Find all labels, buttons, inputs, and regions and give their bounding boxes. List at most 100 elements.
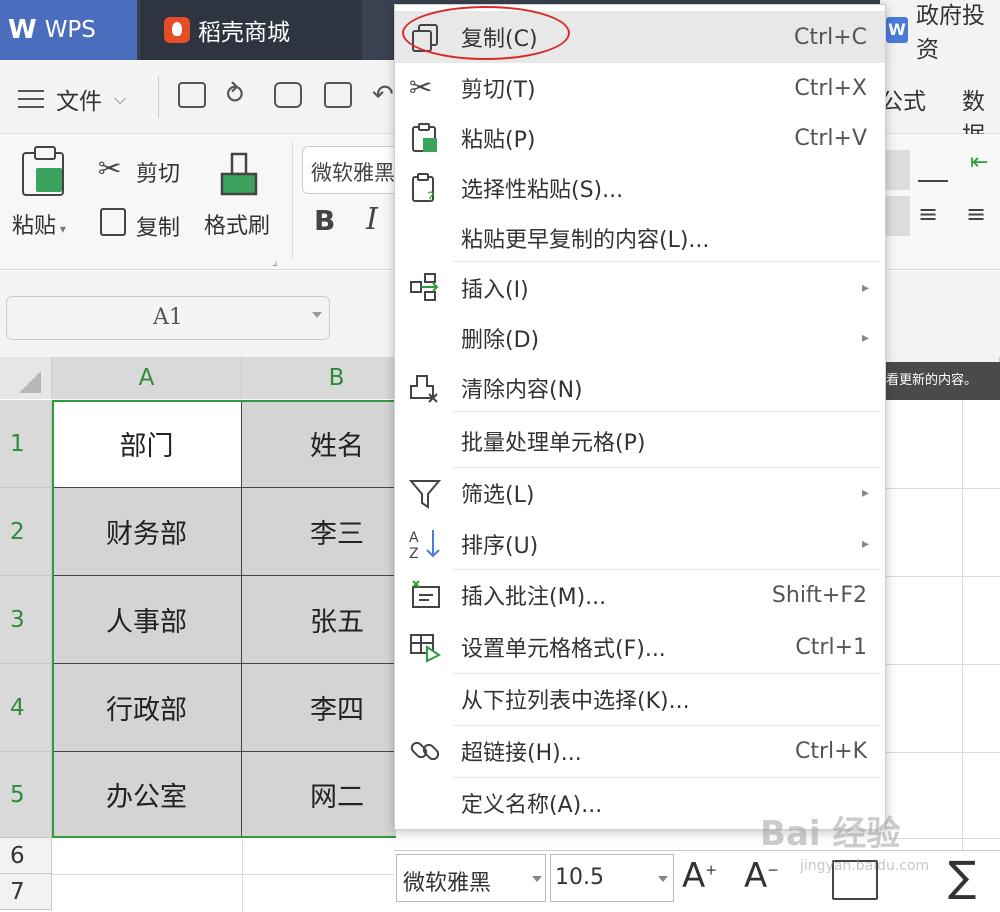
menu-item-paste-special[interactable]: ? 选择性粘贴(S)...: [395, 163, 885, 213]
menu-separator: [453, 261, 879, 262]
svg-text:Z: Z: [409, 546, 419, 560]
gridline: [962, 400, 963, 850]
menu-item-label: 筛选(L): [461, 483, 535, 508]
increase-font-icon[interactable]: A+: [682, 856, 717, 896]
gridline: [886, 752, 1000, 753]
cut-button[interactable]: 剪切: [136, 156, 180, 188]
selection-border: [52, 400, 396, 838]
row-header-5[interactable]: 5: [0, 752, 52, 838]
paste-icon[interactable]: [22, 146, 64, 196]
menu-item-label: 选择性粘贴(S)...: [461, 178, 624, 203]
tab-document[interactable]: W 政府投资: [880, 0, 1000, 63]
font-name-select[interactable]: 微软雅黑: [302, 146, 402, 194]
copy-button[interactable]: 复制: [136, 210, 180, 242]
scissors-icon: ✂: [98, 152, 122, 185]
highlight-annotation: [402, 6, 570, 60]
copy-icon: [100, 208, 126, 236]
gridline: [886, 664, 1000, 665]
gridline: [886, 576, 1000, 577]
row-header-6[interactable]: 6: [0, 838, 52, 874]
eraser-icon: [409, 372, 441, 404]
divider: [158, 76, 159, 118]
menu-item-label: 插入批注(M)...: [461, 585, 607, 610]
docer-logo-icon: [164, 17, 190, 43]
menu-item-label: 删除(D): [461, 328, 540, 353]
insert-icon: [409, 272, 441, 304]
align-middle-icon[interactable]: [918, 150, 948, 182]
paste-label: 粘贴: [12, 214, 57, 239]
undo-icon[interactable]: ↶: [372, 80, 394, 110]
hamburger-icon: [18, 90, 44, 108]
menu-item-paste[interactable]: 粘贴(P) Ctrl+V: [395, 113, 885, 163]
format-painter-button[interactable]: 格式刷: [204, 208, 270, 240]
tab-label: 政府投资: [915, 3, 985, 63]
row-header-4[interactable]: 4: [0, 664, 52, 752]
menu-separator: [453, 411, 879, 412]
menu-formula[interactable]: 公式: [880, 82, 926, 116]
menu-item-dropdown-select[interactable]: 从下拉列表中选择(K)...: [395, 673, 885, 725]
tab-docer-store[interactable]: 稻壳商城: [140, 0, 362, 60]
update-notice[interactable]: 看更新的内容。: [884, 362, 1000, 400]
print-preview-icon[interactable]: [324, 82, 352, 108]
column-header-a[interactable]: A: [52, 357, 242, 399]
menu-item-label: 从下拉列表中选择(K)...: [461, 689, 690, 714]
name-box[interactable]: A1: [6, 296, 330, 340]
menu-item-filter[interactable]: 筛选(L) ▸: [395, 467, 885, 519]
bold-button[interactable]: B: [314, 204, 335, 237]
justify-icon[interactable]: ≡: [966, 200, 986, 228]
svg-text:A: A: [409, 530, 419, 546]
svg-text:?: ?: [427, 190, 434, 204]
align-right-icon[interactable]: ≡: [918, 200, 938, 228]
tab-spreadsheet[interactable]: [366, 0, 396, 60]
format-cells-icon: [409, 631, 441, 663]
filter-icon: [408, 477, 442, 509]
select-all-corner[interactable]: [0, 357, 52, 399]
share-icon[interactable]: ⥁: [226, 80, 244, 110]
tab-wps[interactable]: W WPS: [0, 0, 137, 60]
row-header-2[interactable]: 2: [0, 488, 52, 576]
menu-item-insert-comment[interactable]: 插入批注(M)... Shift+F2: [395, 569, 885, 621]
mini-font-size-select[interactable]: 10.5: [550, 854, 674, 902]
mini-font-select[interactable]: 微软雅黑: [396, 854, 546, 902]
document-icon: W: [886, 17, 908, 43]
paste-special-icon: ?: [409, 172, 441, 206]
save-icon[interactable]: [178, 82, 206, 108]
shortcut-label: Ctrl+V: [794, 125, 867, 151]
menu-item-batch[interactable]: 批量处理单元格(P): [395, 415, 885, 467]
menu-item-format-cells[interactable]: 设置单元格格式(F)... Ctrl+1: [395, 621, 885, 673]
indent-icon[interactable]: ⇤: [970, 150, 988, 175]
gridline: [242, 838, 243, 912]
chevron-down-icon[interactable]: [658, 876, 668, 882]
italic-button[interactable]: I: [366, 202, 378, 237]
menu-item-insert[interactable]: 插入(I) ▸: [395, 263, 885, 313]
menu-item-label: 粘贴(P): [461, 128, 536, 153]
decrease-font-icon[interactable]: A−: [744, 856, 779, 896]
print-icon[interactable]: [274, 82, 302, 108]
shortcut-label: Ctrl+1: [795, 634, 867, 660]
submenu-arrow-icon: ▸: [861, 485, 869, 501]
menu-item-label: 超链接(H)...: [461, 741, 582, 766]
dialog-launcher-icon[interactable]: ⌟: [272, 254, 278, 268]
menu-item-cut[interactable]: ✂ 剪切(T) Ctrl+X: [395, 63, 885, 113]
menu-item-sort[interactable]: AZ 排序(U) ▸: [395, 519, 885, 569]
paste-button[interactable]: 粘贴 ▾: [12, 208, 66, 240]
paste-icon: [409, 122, 441, 154]
menu-item-delete[interactable]: 删除(D) ▸: [395, 313, 885, 363]
chevron-down-icon[interactable]: [312, 312, 322, 318]
menu-item-clear[interactable]: 清除内容(N): [395, 363, 885, 413]
row-header-3[interactable]: 3: [0, 576, 52, 664]
shortcut-label: Ctrl+C: [794, 24, 867, 50]
row-header-1[interactable]: 1: [0, 400, 52, 488]
menu-item-label: 插入(I): [461, 278, 529, 303]
row-header-7[interactable]: 7: [0, 874, 52, 910]
menu-item-hyperlink[interactable]: 超链接(H)... Ctrl+K: [395, 725, 885, 777]
chevron-down-icon[interactable]: [532, 876, 542, 882]
sort-icon: AZ: [409, 528, 441, 562]
file-menu[interactable]: 文件 ⌵: [18, 82, 126, 116]
menu-item-label: 定义名称(A)...: [461, 793, 603, 818]
link-icon: [409, 735, 441, 767]
menu-item-paste-earlier[interactable]: 粘贴更早复制的内容(L)...: [395, 213, 885, 263]
chevron-down-icon: ⌵: [114, 89, 127, 108]
autosum-icon[interactable]: ∑: [948, 852, 976, 901]
shortcut-label: Ctrl+X: [794, 75, 867, 101]
